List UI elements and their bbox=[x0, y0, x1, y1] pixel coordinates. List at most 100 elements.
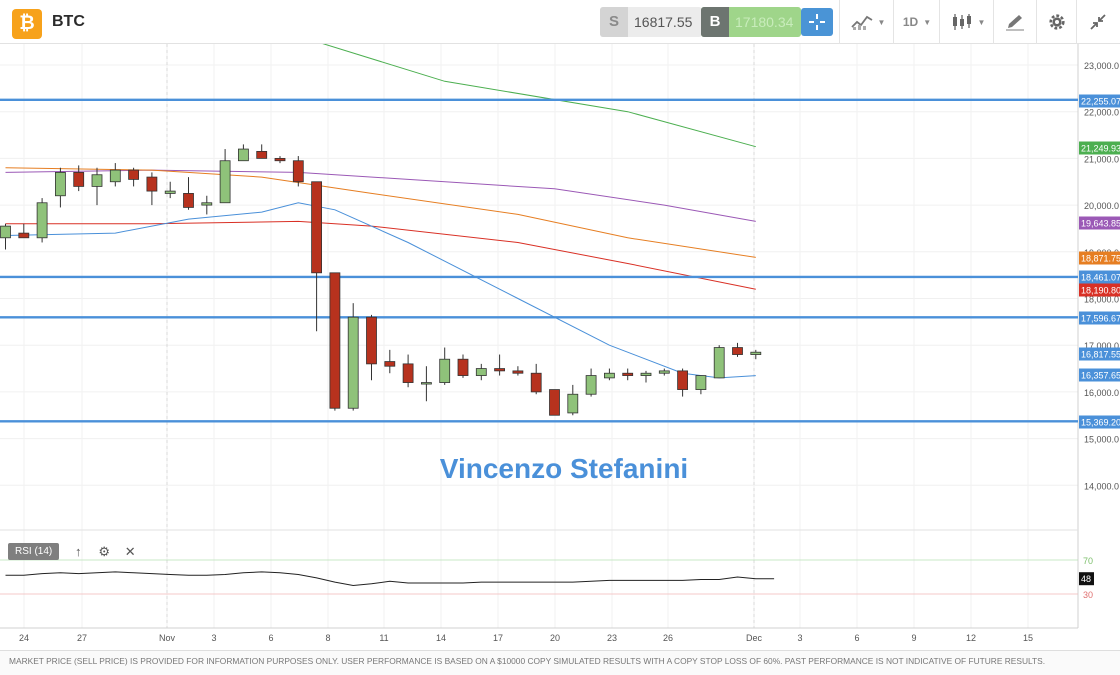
indicators-button[interactable]: ▼ bbox=[846, 8, 890, 36]
candle-bearish bbox=[311, 181, 323, 274]
top-toolbar: ₿ BTC S 16817.55 B 17180.34 ▼ 1D ▼ ▼ bbox=[0, 0, 1120, 44]
instrument-symbol[interactable]: BTC bbox=[52, 13, 85, 31]
toolbar-divider bbox=[1036, 0, 1037, 44]
timeframe-label: 1D bbox=[902, 15, 919, 29]
time-axis-label: 11 bbox=[379, 633, 388, 643]
toolbar-divider bbox=[939, 0, 940, 44]
candle-bearish bbox=[549, 389, 560, 416]
candle-bearish bbox=[256, 150, 268, 159]
price-label-text: 15,369.20 bbox=[1081, 418, 1120, 428]
time-axis-label: 8 bbox=[325, 633, 330, 643]
sell-button[interactable]: S 16817.55 bbox=[600, 7, 702, 37]
indicators-icon bbox=[850, 15, 872, 30]
candle-bullish bbox=[219, 160, 231, 204]
close-icon[interactable]: ✕ bbox=[123, 544, 137, 560]
chart-type-button[interactable]: ▼ bbox=[946, 8, 990, 36]
gear-icon[interactable]: ⚙ bbox=[97, 544, 111, 560]
candle-bearish bbox=[18, 232, 30, 239]
candle-bullish bbox=[750, 351, 762, 355]
candle-bullish bbox=[201, 202, 213, 206]
price-axis-tick: 16,000.0 bbox=[1084, 388, 1119, 398]
candle-bearish bbox=[457, 358, 469, 376]
watermark-text: Vincenzo Stefanini bbox=[440, 453, 688, 484]
buy-price: 17180.34 bbox=[735, 14, 794, 30]
price-axis-tick: 22,000.0 bbox=[1084, 108, 1119, 118]
time-axis-label: 27 bbox=[77, 633, 87, 643]
time-axis-label: 17 bbox=[493, 633, 503, 643]
candlestick-icon bbox=[952, 14, 971, 30]
candle-bullish bbox=[55, 172, 66, 197]
collapse-button[interactable] bbox=[1082, 8, 1114, 36]
time-axis-label: 14 bbox=[436, 633, 446, 643]
settings-button[interactable] bbox=[1041, 8, 1073, 36]
candle-bullish bbox=[36, 202, 48, 239]
candle-bullish bbox=[420, 382, 432, 385]
price-axis-tick: 23,000.0 bbox=[1084, 61, 1119, 71]
rsi-upper-label: 70 bbox=[1083, 556, 1093, 566]
buy-label: B bbox=[701, 7, 729, 37]
rsi-value-text: 48 bbox=[1081, 574, 1091, 584]
candle-bearish bbox=[402, 363, 414, 383]
time-axis-label: 3 bbox=[211, 633, 216, 643]
candle-bearish bbox=[384, 361, 396, 367]
candle-bearish bbox=[494, 368, 506, 372]
time-axis-label: 23 bbox=[607, 633, 617, 643]
toolbar-divider bbox=[1076, 0, 1077, 44]
rsi-legend: RSI (14) ↑ ⚙ ✕ bbox=[8, 543, 137, 560]
sell-price: 16817.55 bbox=[634, 14, 693, 30]
collapse-icon bbox=[1090, 14, 1106, 30]
candle-bearish bbox=[512, 370, 524, 374]
candle-bearish bbox=[73, 172, 85, 187]
time-axis-label: 26 bbox=[663, 633, 673, 643]
price-axis-tick: 20,000.0 bbox=[1084, 201, 1119, 211]
time-axis-label: 9 bbox=[911, 633, 916, 643]
sell-label: S bbox=[600, 7, 628, 37]
time-axis-label: 3 bbox=[797, 633, 802, 643]
candle-bullish bbox=[164, 190, 176, 194]
candle-bullish bbox=[658, 370, 670, 374]
price-label-text: 18,190.80 bbox=[1081, 286, 1120, 296]
buy-button[interactable]: B 17180.34 bbox=[701, 7, 801, 37]
candle-bullish bbox=[237, 148, 249, 162]
disclaimer-text: MARKET PRICE (SELL PRICE) IS PROVIDED FO… bbox=[9, 656, 1046, 666]
timeframe-dropdown[interactable]: 1D ▼ bbox=[898, 8, 936, 36]
rsi-lower-label: 30 bbox=[1083, 590, 1093, 600]
crosshair-button[interactable] bbox=[801, 8, 833, 36]
arrow-up-icon[interactable]: ↑ bbox=[71, 544, 85, 559]
price-label-text: 19,643.85 bbox=[1081, 219, 1120, 229]
time-axis-label: 6 bbox=[854, 633, 859, 643]
candle-bullish bbox=[713, 347, 725, 379]
candle-bearish bbox=[292, 160, 304, 183]
drawing-tools-button[interactable] bbox=[998, 8, 1032, 36]
rsi-label[interactable]: RSI (14) bbox=[8, 543, 60, 560]
price-label-text: 16,357.65 bbox=[1081, 371, 1120, 381]
price-axis-tick: 15,000.0 bbox=[1084, 435, 1119, 445]
time-axis-label: 20 bbox=[550, 633, 560, 643]
price-label-text: 22,255.07 bbox=[1081, 97, 1120, 107]
chart-background bbox=[0, 44, 1120, 650]
candle-bearish bbox=[530, 372, 542, 393]
time-axis-label: 15 bbox=[1023, 633, 1033, 643]
candle-bearish bbox=[146, 176, 158, 192]
time-axis-label: Nov bbox=[159, 633, 176, 643]
candle-bullish bbox=[604, 372, 615, 379]
candle-bearish bbox=[128, 169, 140, 180]
candle-bearish bbox=[366, 316, 377, 365]
price-label-text: 21,249.93 bbox=[1081, 144, 1120, 154]
pencil-icon bbox=[1006, 15, 1024, 31]
price-chart[interactable]: 23,000.022,000.021,000.020,000.019,000.0… bbox=[0, 44, 1120, 650]
toolbar-divider bbox=[993, 0, 994, 44]
candle-bullish bbox=[585, 375, 597, 395]
time-axis-label: Dec bbox=[746, 633, 763, 643]
chevron-down-icon: ▼ bbox=[923, 17, 932, 27]
price-label-text: 18,461.07 bbox=[1081, 273, 1120, 283]
candle-bearish bbox=[677, 370, 688, 390]
price-axis-tick: 14,000.0 bbox=[1084, 481, 1119, 491]
candle-bullish bbox=[0, 225, 11, 239]
candle-bearish bbox=[274, 157, 286, 162]
bitcoin-logo-icon: ₿ bbox=[12, 9, 42, 39]
candle-bearish bbox=[732, 347, 743, 355]
candle-bullish bbox=[439, 358, 451, 383]
chevron-down-icon: ▼ bbox=[877, 17, 886, 27]
time-axis-label: 6 bbox=[268, 633, 273, 643]
